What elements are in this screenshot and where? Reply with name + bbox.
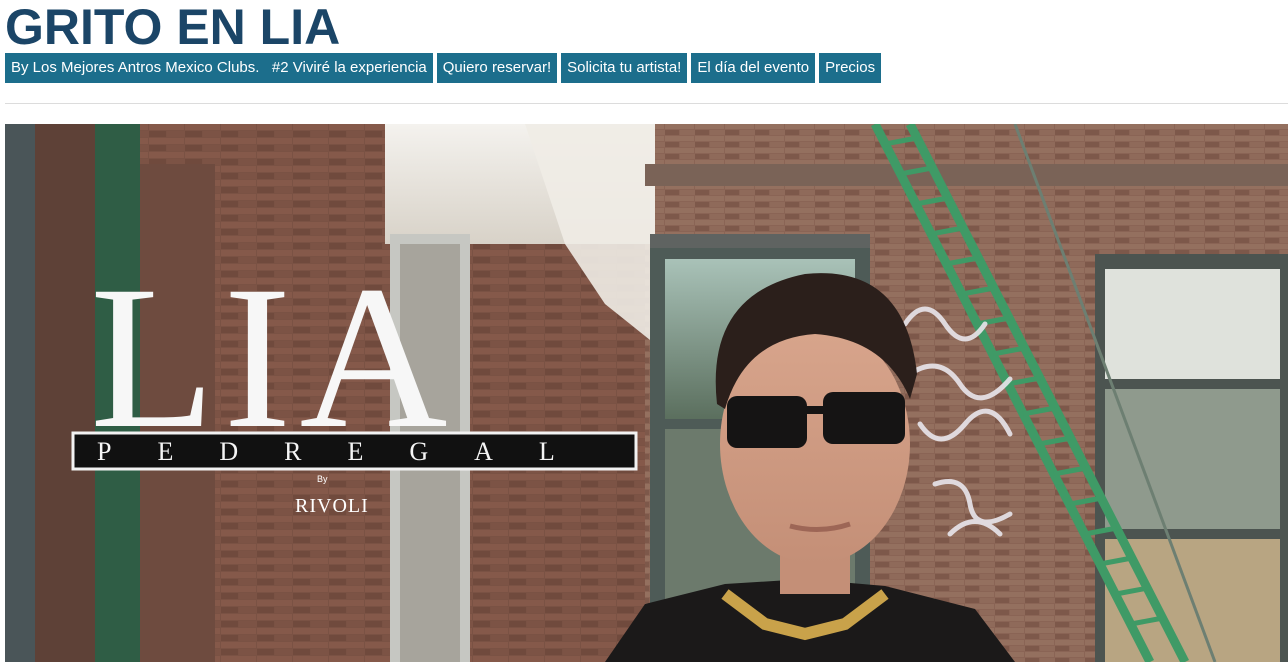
logo-pedregal-text: PEDREGAL: [97, 437, 601, 466]
nav-item-solicita-artista[interactable]: Solicita tu artista!: [561, 53, 688, 83]
header-divider: [5, 103, 1288, 104]
nav-item-quiero-reservar[interactable]: Quiero reservar!: [436, 53, 558, 83]
main-nav: By Los Mejores Antros Mexico Clubs. #2 V…: [5, 53, 882, 83]
nav-item-precios[interactable]: Precios: [819, 53, 882, 83]
logo-rivoli-text: RIVOLI: [295, 495, 369, 517]
nav-item-dia-del-evento[interactable]: El día del evento: [691, 53, 816, 83]
page-title: GRITO EN LIA: [5, 0, 341, 55]
hero-image: LIA PEDREGAL By RIVOLI: [5, 124, 1288, 662]
logo-by-text: By: [317, 474, 328, 484]
nav-item-los-mejores-antros[interactable]: By Los Mejores Antros Mexico Clubs. #2 V…: [5, 53, 433, 83]
hero-photo: LIA PEDREGAL By RIVOLI: [5, 124, 1288, 662]
